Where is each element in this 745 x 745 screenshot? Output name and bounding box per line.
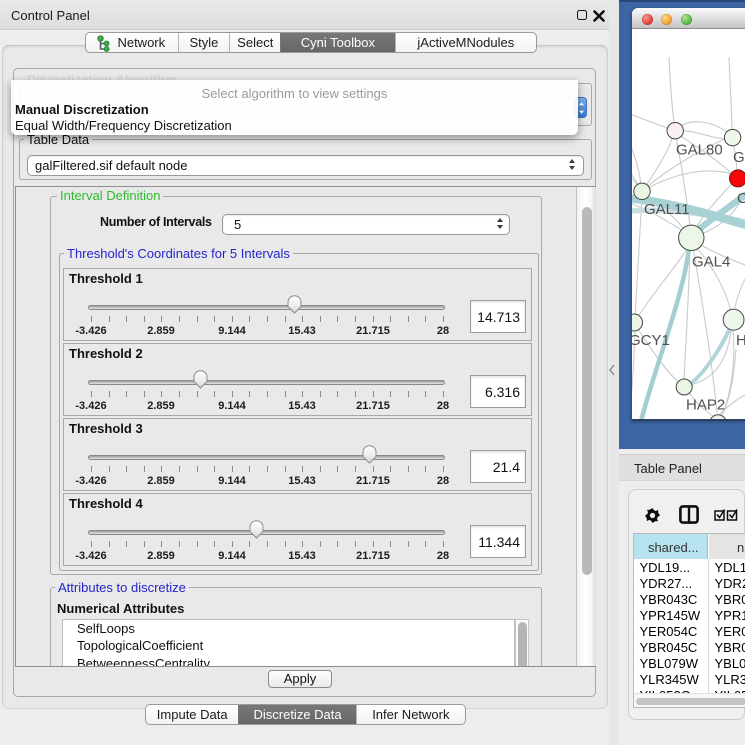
- svg-text:HAP2: HAP2: [686, 397, 725, 414]
- svg-text:GAL4: GAL4: [692, 254, 730, 271]
- svg-text:GAL80: GAL80: [676, 142, 723, 159]
- svg-text:H: H: [736, 332, 745, 349]
- svg-text:GCY1: GCY1: [632, 332, 670, 349]
- svg-text:GAL11: GAL11: [644, 201, 690, 218]
- svg-text:G..: G..: [733, 149, 745, 166]
- svg-text:C: C: [737, 190, 745, 207]
